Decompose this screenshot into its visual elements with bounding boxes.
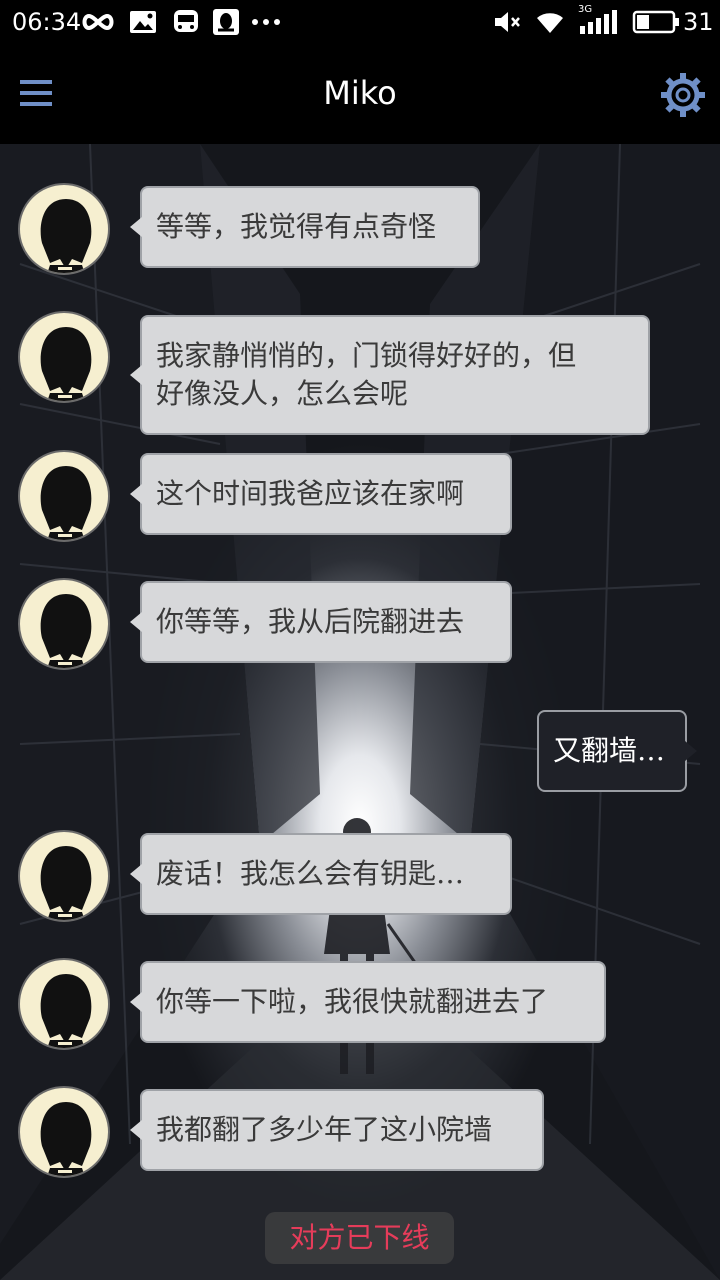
gear-icon[interactable] xyxy=(660,72,706,118)
message-text: 你等一下啦，我很快就翻进去了 xyxy=(156,985,549,1018)
chat-title: Miko xyxy=(323,74,397,112)
contact-avatar[interactable] xyxy=(18,830,110,922)
wifi-icon xyxy=(537,13,563,33)
message-bubble-incoming[interactable]: 废话！我怎么会有钥匙… xyxy=(130,833,512,915)
message-text: 又翻墙… xyxy=(553,734,666,767)
battery-icon xyxy=(632,10,679,34)
contact-avatar[interactable] xyxy=(18,578,110,670)
message-text: 这个时间我爸应该在家啊 xyxy=(156,477,465,510)
message-text: 废话！我怎么会有钥匙… xyxy=(156,857,465,890)
qq-icon xyxy=(213,9,239,35)
message-bubble-incoming[interactable]: 你等等，我从后院翻进去 xyxy=(130,581,512,663)
infinity-icon xyxy=(82,13,114,31)
message-bubble-incoming[interactable]: 这个时间我爸应该在家啊 xyxy=(130,453,512,535)
mute-icon xyxy=(495,12,520,32)
message-text-line: 好像没人，怎么会呢 xyxy=(156,377,409,410)
contact-avatar[interactable] xyxy=(18,1086,110,1178)
message-text: 你等等，我从后院翻进去 xyxy=(156,605,465,638)
message-bubble-incoming[interactable]: 我都翻了多少年了这小院墙 xyxy=(130,1089,544,1171)
message-bubble-outgoing[interactable]: 又翻墙… xyxy=(537,710,697,792)
photo-icon xyxy=(130,11,156,33)
signal-icon xyxy=(580,10,617,34)
contact-avatar[interactable] xyxy=(18,311,110,403)
bus-icon xyxy=(174,10,198,32)
header-bar: Miko xyxy=(0,46,720,144)
offline-status-notice: 对方已下线 xyxy=(265,1212,454,1264)
status-time: 06:34 xyxy=(12,8,82,36)
message-bubble-incoming[interactable]: 等等，我觉得有点奇怪 xyxy=(130,186,480,268)
contact-avatar[interactable] xyxy=(18,183,110,275)
more-dots-icon xyxy=(252,19,280,25)
message-text: 等等，我觉得有点奇怪 xyxy=(156,210,437,243)
message-bubble-incoming[interactable]: 我家静悄悄的，门锁得好好的，但 好像没人，怎么会呢 xyxy=(130,315,650,435)
contact-avatar[interactable] xyxy=(18,450,110,542)
message-text-line: 我家静悄悄的，门锁得好好的，但 xyxy=(156,339,577,372)
message-text: 我都翻了多少年了这小院墙 xyxy=(156,1113,493,1146)
status-bar: 06:34 3G 31 xyxy=(0,0,720,46)
battery-percent: 31 xyxy=(683,8,714,36)
contact-avatar[interactable] xyxy=(18,958,110,1050)
message-bubble-incoming[interactable]: 你等一下啦，我很快就翻进去了 xyxy=(130,961,606,1043)
